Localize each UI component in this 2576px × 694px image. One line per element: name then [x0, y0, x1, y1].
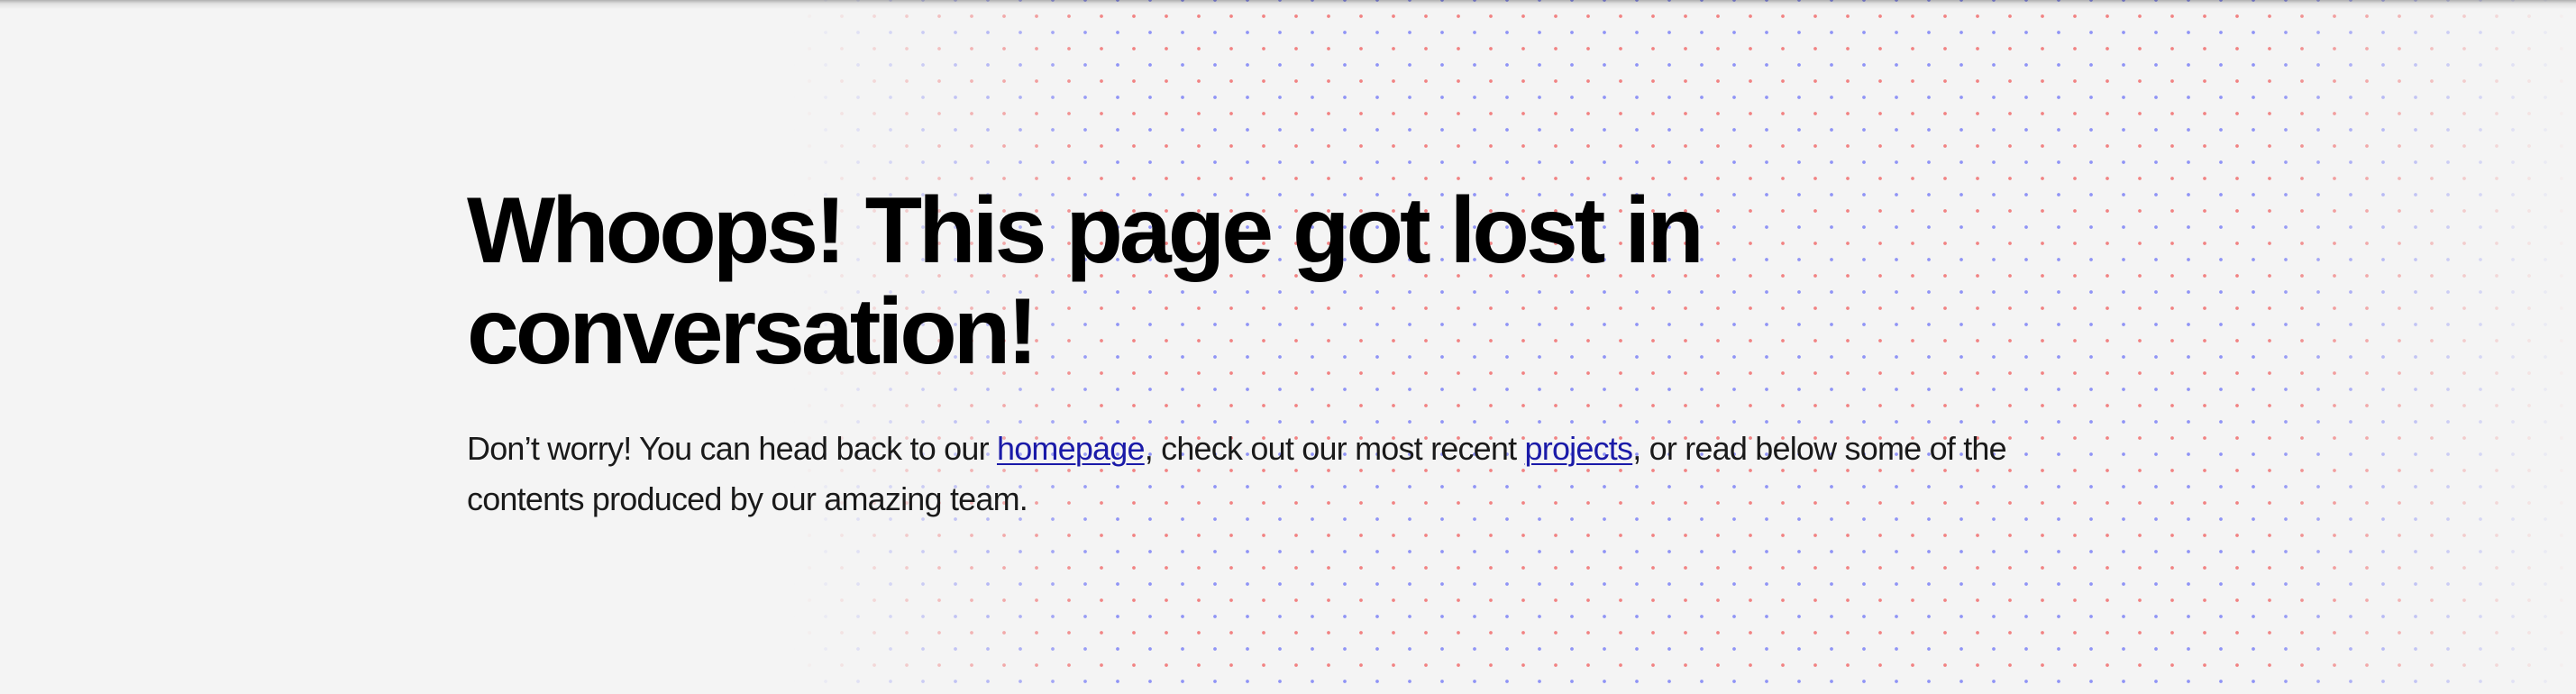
- page-title: Whoops! This page got lost in conversati…: [467, 178, 1704, 384]
- homepage-link[interactable]: homepage: [997, 430, 1146, 467]
- error-page: { "error": { "title": "Whoops! This page…: [0, 0, 2576, 694]
- projects-link[interactable]: projects: [1525, 430, 1633, 467]
- error-message: Don’t worry! You can head back to our ho…: [467, 424, 2017, 525]
- message-text-start: Don’t worry! You can head back to our: [467, 430, 997, 467]
- top-shadow: [0, 0, 2576, 9]
- error-content: Whoops! This page got lost in conversati…: [467, 180, 2053, 525]
- message-text-middle: , check out our most recent: [1144, 430, 1525, 467]
